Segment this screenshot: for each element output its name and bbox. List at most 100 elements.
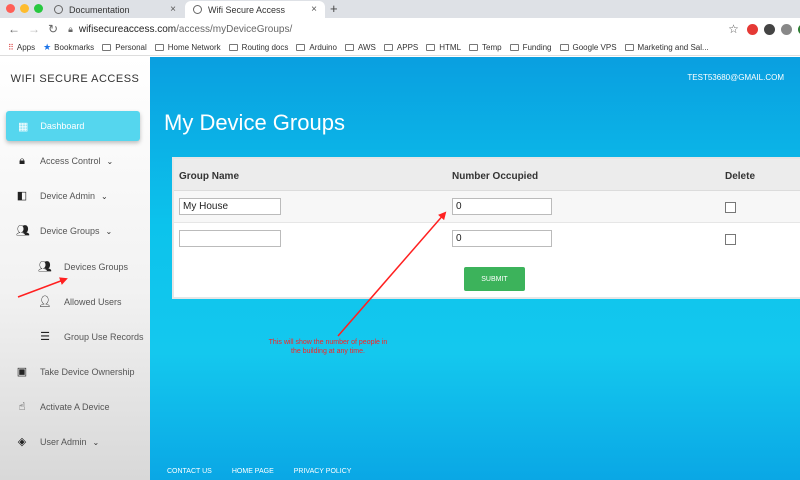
chevron-down-icon: ⌄ xyxy=(106,156,114,166)
touch-icon: ☝︎ xyxy=(18,401,26,413)
bookmark-folder[interactable]: APPS xyxy=(383,43,418,52)
sidebar: WIFI SECURE ACCESS ▦ Dashboard 🔒︎ Access… xyxy=(0,57,150,480)
star-icon: ★ xyxy=(43,42,52,52)
annotation-note: This will show the number of people in t… xyxy=(268,339,388,355)
chevron-down-icon: ⌄ xyxy=(101,191,108,201)
adblock-extension-icon[interactable] xyxy=(746,23,758,35)
sidebar-item-label: Group Use Records xyxy=(64,331,144,342)
sidebar-item-label: Take Device Ownership xyxy=(40,367,135,377)
close-window-icon[interactable] xyxy=(6,4,15,13)
close-tab-icon[interactable]: × xyxy=(311,4,317,15)
delete-checkbox[interactable] xyxy=(725,202,736,213)
sidebar-item-take-device-ownership[interactable]: ▣ Take Device Ownership xyxy=(16,366,135,378)
column-header-delete: Delete xyxy=(725,171,756,182)
bookmark-bookmarks[interactable]: ★ Bookmarks xyxy=(43,42,94,53)
close-tab-icon[interactable]: × xyxy=(170,4,176,15)
bookmark-folder[interactable]: Arduino xyxy=(296,43,337,52)
person-icon: 👤︎ xyxy=(38,296,52,308)
number-occupied-input[interactable] xyxy=(452,198,552,215)
sidebar-item-label: Device Groups xyxy=(40,226,100,236)
footer-link-contact-us[interactable]: CONTACT US xyxy=(167,468,212,475)
lock-icon: 🔒︎ xyxy=(68,23,73,34)
footer-links: CONTACT US HOME PAGE PRIVACY POLICY xyxy=(167,468,351,475)
table-row xyxy=(174,191,800,223)
sidebar-item-device-admin[interactable]: ◧ Device Admin ⌄ xyxy=(16,190,108,202)
url-path: /access/myDeviceGroups/ xyxy=(176,23,293,35)
bookmark-folder[interactable]: Google VPS xyxy=(559,43,617,52)
lock-icon: 🔒︎ xyxy=(19,155,25,167)
number-occupied-input[interactable] xyxy=(452,230,552,247)
url-field[interactable]: 🔒︎ wifisecureaccess.com /access/myDevice… xyxy=(68,21,688,37)
column-header-group-name: Group Name xyxy=(179,171,240,182)
sidebar-item-devices-groups[interactable]: 👥︎ Devices Groups xyxy=(38,260,128,273)
bookmark-folder[interactable]: AWS xyxy=(344,43,376,52)
brand-title: WIFI SECURE ACCESS xyxy=(10,73,140,85)
folder-icon xyxy=(426,44,436,51)
bookmark-folder[interactable]: Routing docs xyxy=(228,43,288,52)
browser-tab-bar: Documentation × Wifi Secure Access × + xyxy=(0,0,800,18)
table-header: Group Name Number Occupied Delete xyxy=(174,159,800,191)
bookmark-star-icon[interactable]: ☆ xyxy=(728,22,739,36)
bookmark-folder[interactable]: Marketing and Sal... xyxy=(624,43,709,52)
extensions xyxy=(746,23,800,35)
tab-documentation[interactable]: Documentation × xyxy=(46,1,184,18)
sidebar-item-activate-a-device[interactable]: ☝︎ Activate A Device xyxy=(16,401,110,413)
maximize-window-icon[interactable] xyxy=(34,4,43,13)
folder-icon xyxy=(469,44,479,51)
footer-link-privacy-policy[interactable]: PRIVACY POLICY xyxy=(294,468,352,475)
bookmark-folder[interactable]: Personal xyxy=(102,43,147,52)
device-icon: ◧ xyxy=(16,190,28,202)
bookmark-folder[interactable]: Temp xyxy=(469,43,502,52)
device-groups-card: Group Name Number Occupied Delete SUBMIT xyxy=(172,157,800,299)
address-bar-row: ← → ↻ 🔒︎ wifisecureaccess.com /access/my… xyxy=(0,18,800,40)
bookmark-folder[interactable]: Home Network xyxy=(154,43,221,52)
sidebar-item-allowed-users[interactable]: 👤︎ Allowed Users xyxy=(38,295,122,308)
reload-icon[interactable]: ↻ xyxy=(48,22,58,36)
tab-wifi-secure-access[interactable]: Wifi Secure Access × xyxy=(185,1,325,18)
footer-link-home-page[interactable]: HOME PAGE xyxy=(232,468,274,475)
sidebar-item-access-control[interactable]: 🔒︎ Access Control ⌄ xyxy=(16,155,113,167)
group-icon: 👥︎ xyxy=(38,261,52,273)
user-email[interactable]: TEST53680@GMAIL.COM xyxy=(687,73,784,82)
tab-label: Documentation xyxy=(69,4,130,15)
extension-icon[interactable] xyxy=(763,23,775,35)
back-icon[interactable]: ← xyxy=(8,22,20,36)
sidebar-item-label: Device Admin xyxy=(40,191,96,201)
folder-icon xyxy=(296,44,306,51)
new-tab-icon[interactable]: + xyxy=(330,1,338,16)
sidebar-item-label: Devices Groups xyxy=(64,261,129,272)
submit-button[interactable]: SUBMIT xyxy=(464,267,525,291)
sidebar-item-user-admin[interactable]: ◈ User Admin ⌄ xyxy=(16,436,99,448)
folder-icon xyxy=(102,44,112,51)
ownership-icon: ▣ xyxy=(16,366,28,378)
forward-icon[interactable]: → xyxy=(28,22,40,36)
dashboard-icon: ▦ xyxy=(18,120,29,133)
sidebar-item-label: Dashboard xyxy=(40,121,85,131)
sidebar-item-dashboard[interactable]: ▦ Dashboard xyxy=(6,111,140,141)
database-icon: ☰ xyxy=(40,331,50,343)
user-admin-icon: ◈ xyxy=(17,436,27,448)
chevron-down-icon: ⌄ xyxy=(105,226,113,236)
sidebar-item-device-groups[interactable]: 👥︎ Device Groups ⌄ xyxy=(16,225,112,237)
bookmark-folder[interactable]: Funding xyxy=(509,43,552,52)
window-controls[interactable] xyxy=(6,4,43,13)
folder-icon xyxy=(344,44,354,51)
sidebar-item-label: Activate A Device xyxy=(40,402,110,412)
group-name-input[interactable] xyxy=(179,198,281,215)
folder-icon xyxy=(559,44,569,51)
site-favicon-icon xyxy=(54,5,63,14)
folder-icon xyxy=(383,44,393,51)
apps-grid-icon: ⠿ xyxy=(8,43,14,52)
table-row xyxy=(174,223,800,255)
folder-icon xyxy=(228,44,238,51)
folder-icon xyxy=(509,44,519,51)
delete-checkbox[interactable] xyxy=(725,234,736,245)
bookmark-apps[interactable]: ⠿ Apps xyxy=(8,43,35,52)
url-host: wifisecureaccess.com xyxy=(78,23,177,35)
group-name-input[interactable] xyxy=(179,230,281,247)
bookmark-folder[interactable]: HTML xyxy=(426,43,461,52)
minimize-window-icon[interactable] xyxy=(20,4,29,13)
sidebar-item-group-use-records[interactable]: ☰ Group Use Records xyxy=(38,330,144,343)
site-favicon-icon xyxy=(193,5,202,14)
extension-icon[interactable] xyxy=(780,23,792,35)
